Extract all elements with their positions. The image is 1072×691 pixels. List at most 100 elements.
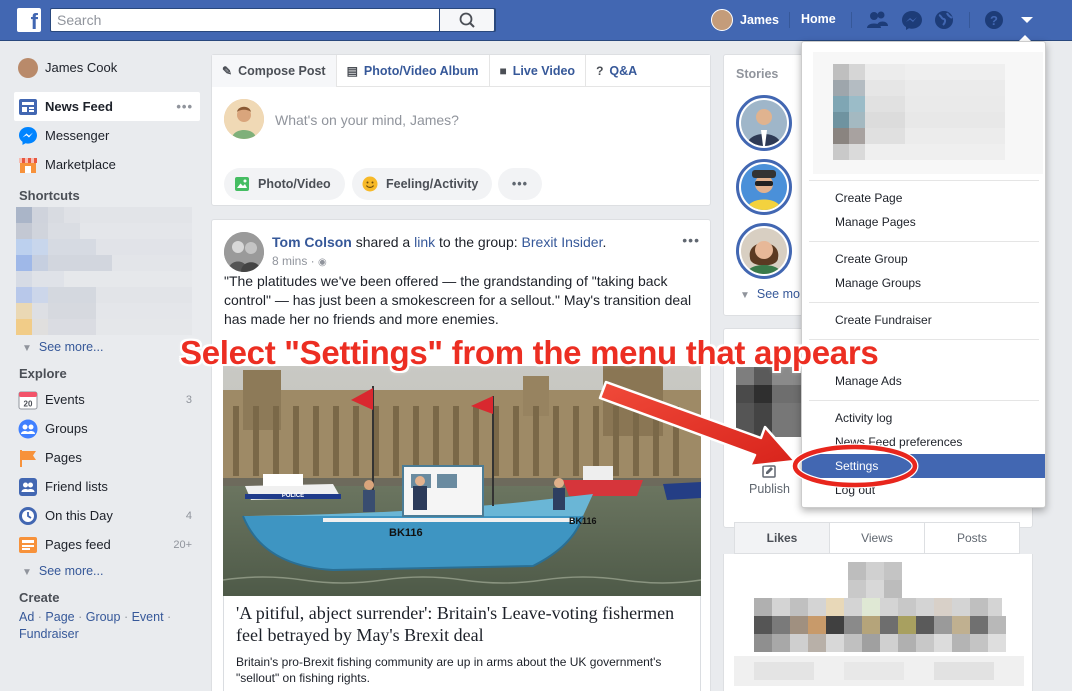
publish-icon bbox=[762, 465, 776, 478]
menu-log-out[interactable]: Log out bbox=[802, 478, 1045, 502]
create-event-link[interactable]: Event bbox=[132, 610, 164, 624]
post-link-image[interactable]: POLICE BK116 BK116 bbox=[223, 366, 701, 596]
post-timestamp[interactable]: 8 mins · ◉ bbox=[272, 254, 327, 268]
sidebar-item-messenger[interactable]: Messenger bbox=[14, 121, 200, 150]
post-author[interactable]: Tom Colson bbox=[272, 234, 352, 250]
sidebar-item-label: Groups bbox=[45, 421, 88, 436]
account-menu-caret-icon[interactable] bbox=[1016, 10, 1038, 30]
see-more-explore[interactable]: ▼ See more... bbox=[14, 559, 200, 583]
story-item[interactable] bbox=[736, 223, 792, 279]
story-item[interactable] bbox=[736, 95, 792, 151]
post-link-word[interactable]: link bbox=[414, 234, 435, 250]
link-preview[interactable]: 'A pitiful, abject surrender': Britain's… bbox=[223, 596, 701, 691]
chevron-down-icon: ▼ bbox=[22, 343, 32, 354]
sidebar-item-label: Events bbox=[45, 392, 85, 407]
tab-live-video[interactable]: ■ Live Video bbox=[490, 54, 587, 87]
create-page-link[interactable]: Page bbox=[45, 610, 74, 624]
menu-activity-log[interactable]: Activity log bbox=[802, 406, 1045, 430]
profile-link[interactable]: James bbox=[711, 7, 779, 33]
link-title[interactable]: 'A pitiful, abject surrender': Britain's… bbox=[236, 602, 692, 646]
avatar[interactable] bbox=[224, 232, 264, 272]
stories-see-more[interactable]: ▼ See mo bbox=[740, 287, 800, 301]
page-thumbnail-pixelated[interactable] bbox=[736, 367, 806, 437]
pencil-icon: ✎ bbox=[222, 63, 233, 78]
video-camera-icon: ■ bbox=[499, 63, 507, 78]
friend-requests-icon[interactable] bbox=[866, 10, 888, 30]
page-stats-tabs: Likes Views Posts bbox=[734, 522, 1020, 554]
composer-body[interactable]: What's on your mind, James? bbox=[212, 88, 710, 158]
menu-create-page[interactable]: Create Page bbox=[802, 186, 1045, 210]
tab-photo-video-album[interactable]: ▤ Photo/Video Album bbox=[337, 54, 490, 87]
composer-placeholder[interactable]: What's on your mind, James? bbox=[275, 112, 459, 128]
facebook-logo[interactable]: f bbox=[17, 8, 41, 32]
search-button[interactable] bbox=[439, 8, 495, 32]
sidebar-item-label: On this Day bbox=[45, 508, 113, 523]
tab-label: Compose Post bbox=[238, 63, 326, 78]
divider bbox=[969, 12, 970, 28]
link-description: Britain's pro-Brexit fishing community a… bbox=[236, 655, 662, 685]
tab-label: Live Video bbox=[512, 63, 576, 78]
notifications-globe-icon[interactable] bbox=[933, 10, 955, 30]
more-composer-options[interactable]: ••• bbox=[498, 168, 542, 200]
tab-posts[interactable]: Posts bbox=[925, 523, 1019, 553]
sidebar-item-pages[interactable]: Pages bbox=[14, 443, 200, 472]
feeling-activity-button[interactable]: Feeling/Activity bbox=[352, 168, 493, 200]
divider bbox=[851, 12, 852, 28]
menu-news-feed-preferences[interactable]: News Feed preferences bbox=[802, 430, 1045, 454]
sidebar-item-on-this-day[interactable]: On this Day 4 bbox=[14, 501, 200, 530]
sidebar-item-label: Friend lists bbox=[45, 479, 108, 494]
sidebar-item-profile[interactable]: James Cook bbox=[14, 55, 200, 80]
top-bar: f James Home ? bbox=[0, 0, 1072, 41]
home-link[interactable]: Home bbox=[801, 12, 836, 26]
menu-manage-ads[interactable]: Manage Ads bbox=[802, 369, 1045, 393]
chevron-down-icon: ▼ bbox=[22, 567, 32, 578]
events-icon-date: 20 bbox=[24, 399, 33, 408]
post-group-name[interactable]: Brexit Insider bbox=[522, 234, 603, 250]
create-header: Create bbox=[19, 590, 60, 605]
menu-settings[interactable]: Settings bbox=[802, 454, 1045, 478]
help-icon[interactable]: ? bbox=[983, 10, 1005, 30]
create-ad-link[interactable]: Ad bbox=[19, 610, 34, 624]
post-options-icon[interactable]: ••• bbox=[682, 232, 700, 248]
post-shared-text: shared a bbox=[351, 234, 415, 250]
your-pages-pixelated[interactable] bbox=[813, 52, 1043, 174]
story-item[interactable] bbox=[736, 159, 792, 215]
sidebar-item-friend-lists[interactable]: Friend lists bbox=[14, 472, 200, 501]
news-feed-icon bbox=[19, 98, 37, 115]
create-group-link[interactable]: Group bbox=[86, 610, 121, 624]
photo-video-button[interactable]: Photo/Video bbox=[224, 168, 345, 200]
groups-icon bbox=[18, 419, 38, 438]
chevron-down-icon: ▼ bbox=[740, 290, 750, 301]
menu-create-group[interactable]: Create Group bbox=[802, 247, 1045, 271]
sidebar-item-marketplace[interactable]: Marketplace bbox=[14, 150, 200, 179]
messenger-icon[interactable] bbox=[901, 10, 923, 30]
question-icon: ? bbox=[596, 63, 604, 78]
tab-likes[interactable]: Likes bbox=[735, 523, 830, 553]
feed-post: Tom Colson shared a link to the group: B… bbox=[211, 219, 711, 691]
menu-manage-groups[interactable]: Manage Groups bbox=[802, 271, 1045, 295]
sidebar-item-groups[interactable]: Groups bbox=[14, 414, 200, 443]
likes-thumbnails-pixelated bbox=[734, 562, 1024, 686]
button-label: Photo/Video bbox=[258, 177, 331, 191]
sidebar-item-news-feed[interactable]: News Feed ••• bbox=[14, 92, 200, 121]
sidebar-item-events[interactable]: 20 Events 3 bbox=[14, 385, 200, 414]
post-to-group-text: to the group: bbox=[435, 234, 522, 250]
menu-divider bbox=[809, 180, 1039, 181]
tab-views[interactable]: Views bbox=[830, 523, 925, 553]
tab-qa[interactable]: ? Q&A bbox=[586, 55, 647, 87]
create-fundraiser-link[interactable]: Fundraiser bbox=[19, 627, 79, 641]
sidebar-item-label: Marketplace bbox=[45, 157, 116, 172]
menu-create-fundraiser[interactable]: Create Fundraiser bbox=[802, 308, 1045, 332]
search-icon bbox=[459, 12, 475, 28]
publish-button[interactable]: Publish bbox=[749, 482, 790, 496]
count-badge: 3 bbox=[185, 393, 192, 406]
marketplace-icon bbox=[19, 157, 37, 173]
sidebar-item-label: Messenger bbox=[45, 128, 110, 143]
menu-manage-pages[interactable]: Manage Pages bbox=[802, 210, 1045, 234]
more-options-icon[interactable]: ••• bbox=[176, 99, 193, 114]
divider bbox=[789, 12, 790, 28]
search-input[interactable] bbox=[51, 9, 451, 31]
tab-compose-post[interactable]: ✎ Compose Post bbox=[212, 54, 337, 87]
sidebar-item-pages-feed[interactable]: Pages feed 20+ bbox=[14, 530, 200, 559]
left-navigation: James Cook News Feed ••• Messenger Marke… bbox=[14, 55, 200, 643]
